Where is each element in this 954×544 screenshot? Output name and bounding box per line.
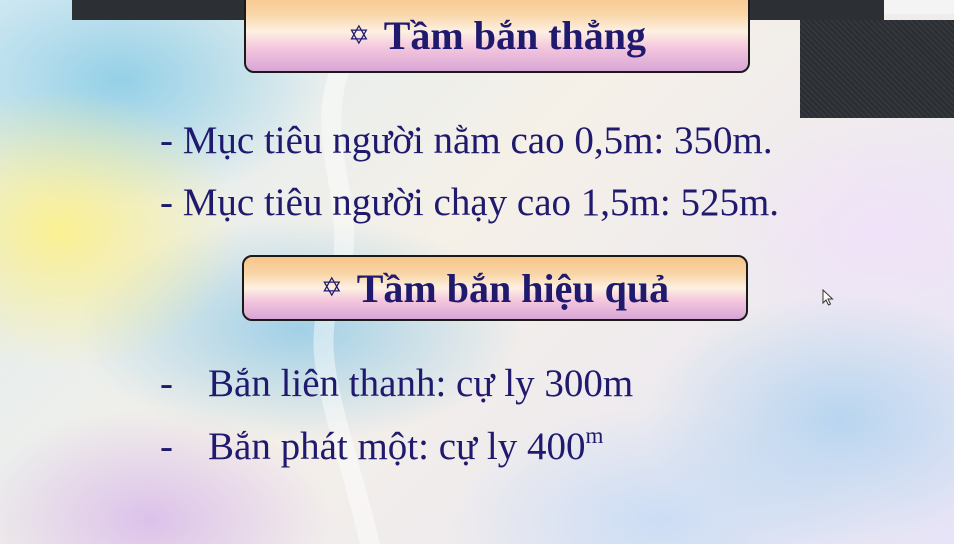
bullet-dash: -	[160, 425, 173, 468]
unit-superscript: m	[585, 423, 604, 448]
overlay-panel	[800, 20, 954, 118]
heading-2-text: Tầm bắn hiệu quả	[356, 265, 670, 311]
star-of-david-icon: ✡	[320, 273, 343, 303]
star-of-david-icon: ✡	[347, 20, 370, 51]
mouse-pointer-icon	[822, 289, 834, 306]
single-fire-text: Bắn phát một: cự ly 400	[208, 425, 586, 468]
line-burst-fire: - Bắn liên thanh: cự ly 300m	[160, 364, 633, 403]
top-right-white-strip	[884, 0, 954, 14]
heading-tam-ban-hieu-qua: ✡ Tầm bắn hiệu quả	[242, 255, 748, 321]
line-target-lying: - Mục tiêu người nằm cao 0,5m: 350m.	[160, 119, 773, 162]
line-single-fire: - Bắn phát một: cự ly 400m	[160, 424, 603, 466]
bullet-dash: -	[160, 362, 173, 405]
heading-1-text: Tầm bắn thẳng	[383, 13, 647, 58]
heading-tam-ban-thang: ✡ Tầm bắn thẳng	[244, 0, 750, 73]
burst-fire-text: Bắn liên thanh: cự ly 300m	[208, 362, 634, 405]
line-target-running: - Mục tiêu người chạy cao 1,5m: 525m.	[160, 181, 780, 224]
